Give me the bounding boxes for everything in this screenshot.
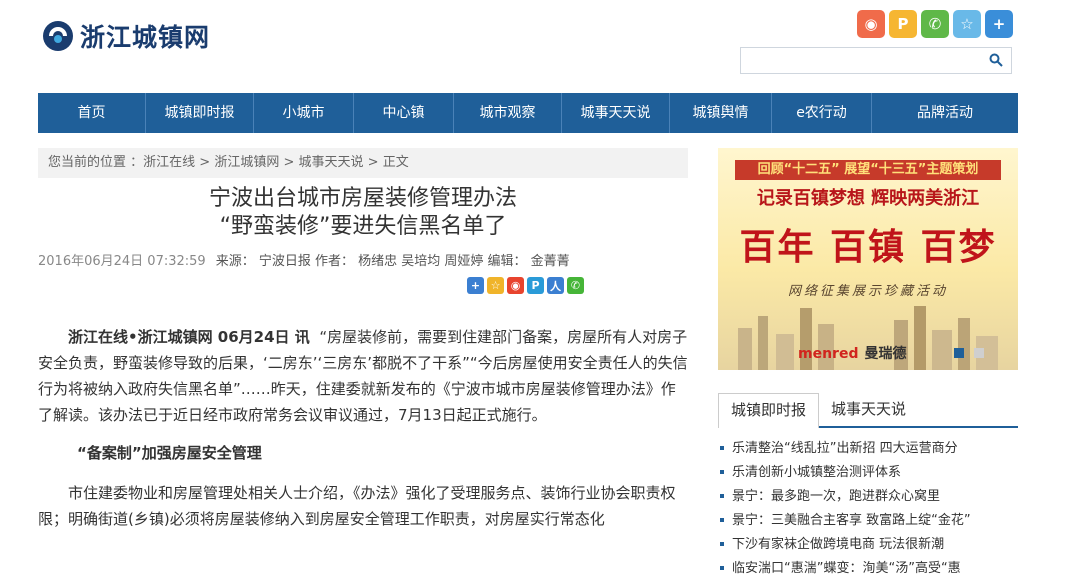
brand-cn: 曼瑞德 [864, 346, 907, 362]
breadcrumb-prefix: 您当前的位置 ： [48, 155, 144, 170]
tab-1[interactable]: 城事天天说 [819, 393, 918, 426]
breadcrumb: 您当前的位置 ：浙江在线 > 浙江城镇网 > 城事天天说 > 正文 [38, 148, 688, 178]
logo-text: 浙江城镇网 [80, 23, 211, 52]
plus-icon[interactable]: + [985, 10, 1013, 38]
star-icon[interactable]: ☆ [953, 10, 981, 38]
article-source: 来源： 宁波日报 作者： 杨绪忠 吴培均 周娅婷 编辑： 金菁菁 [215, 254, 570, 269]
news-item-title: 乐清创新小城镇整治测评体系 [732, 465, 902, 480]
top-share-bar: ◉ P ✆ ☆ + [857, 10, 1013, 38]
article-title-line2: “野蛮装修”要进失信黑名单了 [219, 214, 507, 239]
bullet-icon [720, 517, 724, 522]
news-item[interactable]: 景宁：三美融合主客享 致富路上绽“金花” [718, 509, 1018, 533]
bullet-icon [720, 469, 724, 474]
carousel-dot[interactable] [974, 348, 984, 358]
article-paragraph-2: 市住建委物业和房屋管理处相关人士介绍，《办法》强化了受理服务点、装饰行业协会职责… [38, 484, 676, 528]
banner-brand: menred 曼瑞德 [798, 343, 906, 363]
nav-item-8[interactable]: 品牌活动 [872, 93, 1018, 133]
promo-banner[interactable]: 回顾“十二五” 展望“十三五”主题策划 记录百镇梦想 辉映两美浙江 百年 百镇 … [718, 148, 1018, 370]
banner-subtitle: 记录百镇梦想 辉映两美浙江 [756, 188, 980, 209]
nav-item-3[interactable]: 中心镇 [354, 93, 454, 133]
article-paragraph-1: 浙江在线•浙江城镇网 06月24日 讯 “房屋装修前，需要到住建部门备案，房屋所… [38, 324, 688, 428]
breadcrumb-separator: > [195, 155, 215, 170]
site-logo[interactable]: 浙江城镇网 [42, 18, 210, 54]
search-icon[interactable] [989, 53, 1003, 67]
breadcrumb-separator: > [279, 155, 299, 170]
news-item[interactable]: 乐清创新小城镇整治测评体系 [718, 461, 1018, 485]
search-input[interactable] [740, 47, 1012, 74]
nav-item-0[interactable]: 首页 [38, 93, 146, 133]
banner-caption: 网络征集展示珍藏活动 [787, 284, 948, 299]
news-item-title: 临安湍口“惠湍”蝶变：洵美“汤”高受“惠 [732, 561, 961, 576]
bullet-icon [720, 493, 724, 498]
news-item-title: 乐清整治“线乱拉”出新招 四大运营商分 [732, 441, 958, 456]
news-item[interactable]: 临安湍口“惠湍”蝶变：洵美“汤”高受“惠 [718, 557, 1018, 581]
carousel-dot-active[interactable] [954, 348, 964, 358]
news-item[interactable]: 乐清整治“线乱拉”出新招 四大运营商分 [718, 437, 1018, 461]
tab-0[interactable]: 城镇即时报 [718, 393, 820, 428]
breadcrumb-separator: > [363, 155, 383, 170]
nav-item-4[interactable]: 城市观察 [454, 93, 562, 133]
bullet-icon [720, 541, 724, 546]
p-icon[interactable]: P [889, 10, 917, 38]
breadcrumb-item-1[interactable]: 浙江城镇网 [214, 155, 279, 170]
nav-item-6[interactable]: 城镇舆情 [670, 93, 772, 133]
bullet-icon [720, 565, 724, 570]
article-body: 浙江在线•浙江城镇网 06月24日 讯 “房屋装修前，需要到住建部门备案，房屋所… [38, 324, 688, 544]
article-meta: 2016年06月24日 07:32:59 来源： 宁波日报 作者： 杨绪忠 吴培均… [38, 250, 570, 269]
nav-item-1[interactable]: 城镇即时报 [146, 93, 254, 133]
nav-item-5[interactable]: 城事天天说 [562, 93, 670, 133]
bullet-icon [720, 445, 724, 450]
weibo-icon[interactable]: ◉ [857, 10, 885, 38]
nav-item-7[interactable]: e农行动 [772, 93, 872, 133]
news-item-title: 景宁：三美融合主客享 致富路上绽“金花” [732, 513, 971, 528]
p-share-icon[interactable]: P [527, 277, 544, 294]
plus-share-icon[interactable]: + [467, 277, 484, 294]
news-item-title: 下沙有家袜企做跨境电商 玩法很新潮 [732, 537, 945, 552]
breadcrumb-item-0[interactable]: 浙江在线 [143, 155, 195, 170]
wechat-icon[interactable]: ✆ [921, 10, 949, 38]
nav-item-2[interactable]: 小城市 [254, 93, 354, 133]
news-list: 乐清整治“线乱拉”出新招 四大运营商分 乐清创新小城镇整治测评体系景宁：最多跑一次… [718, 437, 1018, 581]
wechat-share-icon[interactable]: ✆ [567, 277, 584, 294]
news-tabs: 城镇即时报 城事天天说 [718, 393, 1018, 428]
breadcrumb-item-2[interactable]: 城事天天说 [299, 155, 364, 170]
article-date: 2016年06月24日 07:32:59 [38, 254, 206, 269]
news-item-title: 景宁：最多跑一次，跑进群众心窝里 [732, 489, 941, 504]
breadcrumb-item-3: 正文 [382, 155, 409, 170]
person-share-icon[interactable]: 人 [547, 277, 564, 294]
brand-en: menred [798, 346, 859, 362]
logo-mark-icon [43, 21, 73, 51]
article-share-bar: + ☆ ◉ P 人 ✆ [467, 277, 584, 294]
article-subhead: “备案制”加强房屋安全管理 [77, 444, 262, 462]
news-item[interactable]: 景宁：最多跑一次，跑进群众心窝里 [718, 485, 1018, 509]
news-item[interactable]: 下沙有家袜企做跨境电商 玩法很新潮 [718, 533, 1018, 557]
main-nav: 首页 城镇即时报 小城市 中心镇 城市观察 城事天天说 城镇舆情 e农行动 品牌活动 [38, 93, 1018, 133]
banner-headline: 百年 百镇 百梦 [739, 226, 997, 268]
banner-top-label: 回顾“十二五” 展望“十三五”主题策划 [735, 160, 1001, 180]
star-share-icon[interactable]: ☆ [487, 277, 504, 294]
article-lead: 浙江在线•浙江城镇网 06月24日 讯 [68, 328, 310, 346]
weibo-share-icon[interactable]: ◉ [507, 277, 524, 294]
